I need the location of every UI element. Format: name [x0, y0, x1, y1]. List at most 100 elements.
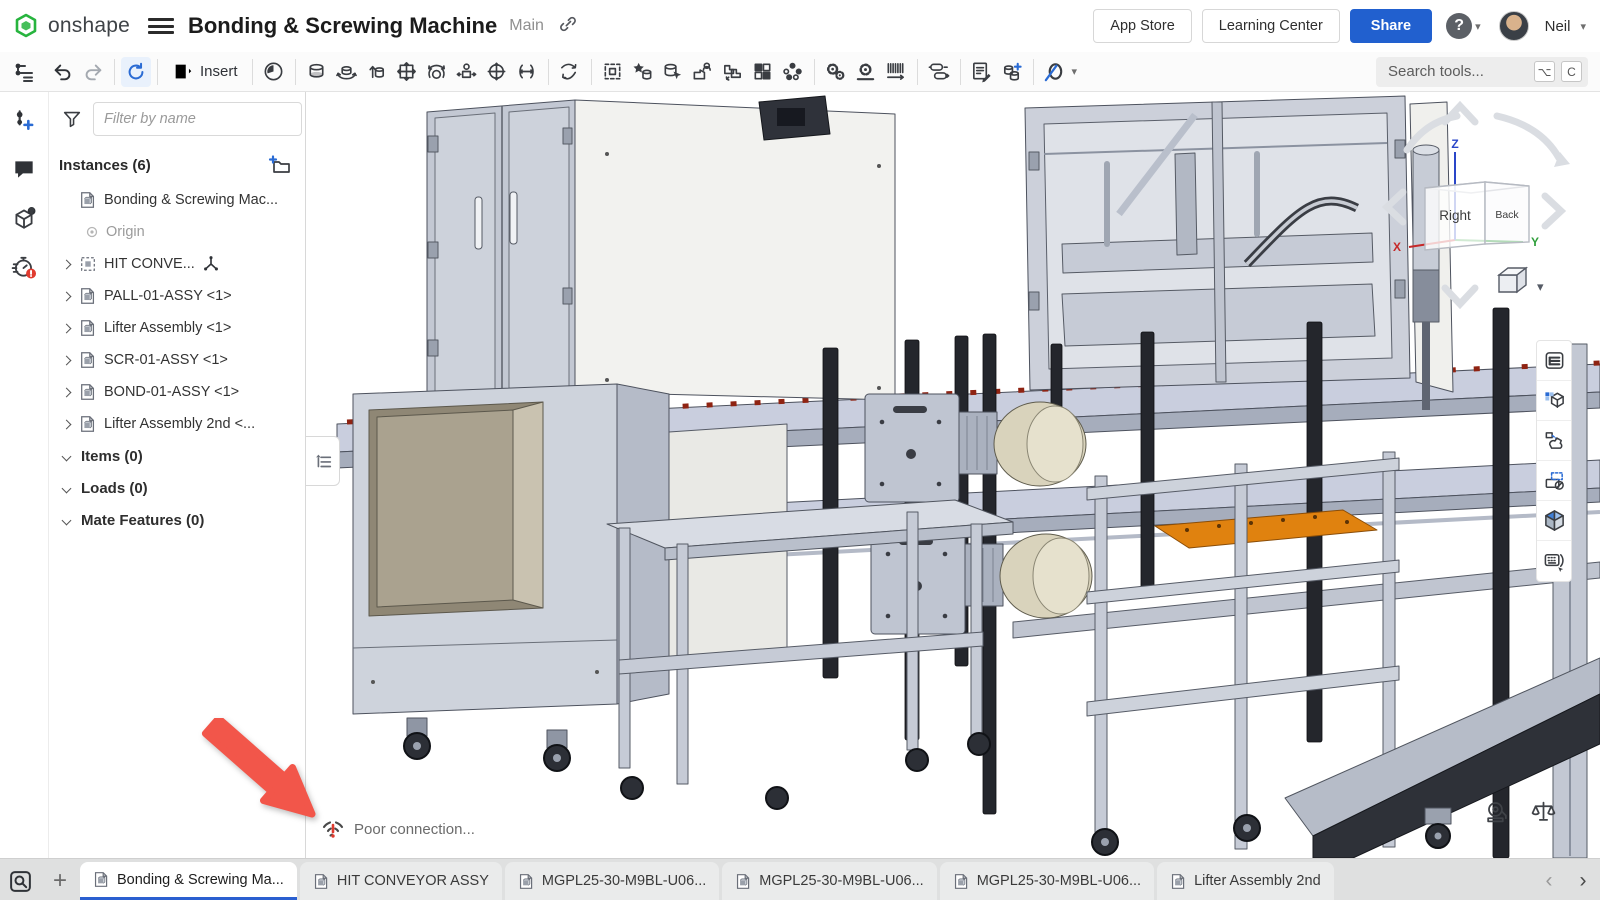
box-select-icon[interactable]: [598, 57, 628, 87]
share-link-icon[interactable]: [558, 14, 578, 39]
part-help-icon[interactable]: ?: [8, 202, 40, 234]
tab-mgpl25-3[interactable]: MGPL25-30-M9BL-U06...: [940, 862, 1154, 900]
update-icon[interactable]: [121, 57, 151, 87]
bom-edit-icon[interactable]: [967, 57, 997, 87]
isometric-triad-button[interactable]: [1537, 501, 1571, 541]
collapse-chevron-icon[interactable]: [62, 515, 72, 525]
search-tabs-button[interactable]: [0, 862, 40, 900]
filter-icon[interactable]: [57, 104, 87, 134]
mate-revolute-icon[interactable]: [332, 57, 362, 87]
tab-bonding-screwing-machine[interactable]: Bonding & Screwing Ma...: [80, 862, 297, 900]
undo-button[interactable]: [48, 57, 78, 87]
feature-list-toggle-icon[interactable]: [9, 57, 39, 87]
pattern-icon[interactable]: [748, 57, 778, 87]
section-loads[interactable]: Loads (0): [57, 472, 297, 504]
tree-item-origin[interactable]: Origin: [57, 216, 297, 248]
user-name[interactable]: Neil: [1545, 18, 1571, 35]
section-view-button[interactable]: [1537, 461, 1571, 501]
spring-follow-icon[interactable]: [881, 57, 911, 87]
collapse-chevron-icon[interactable]: [62, 483, 72, 493]
viewcube-side-label[interactable]: Back: [1495, 209, 1519, 221]
mate-connector-icon: [202, 255, 220, 273]
assembly-feature-icon[interactable]: [851, 57, 881, 87]
tree-item-bond-01-assy[interactable]: BOND-01-ASSY <1>: [57, 376, 297, 408]
comments-icon[interactable]: [8, 153, 40, 185]
assembly-doc-icon: [79, 191, 97, 209]
redo-button[interactable]: [78, 57, 108, 87]
tree-item-pall-01-assy[interactable]: PALL-01-ASSY <1>: [57, 280, 297, 312]
keyboard-shortcuts-button[interactable]: [1537, 541, 1571, 581]
configurations-icon[interactable]: [821, 57, 851, 87]
expand-chevron-icon[interactable]: [62, 387, 72, 397]
named-views-icon[interactable]: [997, 57, 1027, 87]
replicate-icon[interactable]: [718, 57, 748, 87]
chevron-down-icon: ▾: [1475, 20, 1481, 33]
section-mate-features[interactable]: Mate Features (0): [57, 504, 297, 536]
snap-mode-chevron-icon[interactable]: ▾: [1072, 65, 1078, 78]
derived-part-button[interactable]: [1537, 421, 1571, 461]
tree-item-lifter-assembly-2nd[interactable]: Lifter Assembly 2nd <...: [57, 408, 297, 440]
assembly-model-canvas[interactable]: Right Back X Y Z ▾: [307, 92, 1600, 858]
user-avatar[interactable]: [1499, 11, 1529, 41]
search-tools-field[interactable]: Search tools... ⌥ C: [1376, 57, 1588, 87]
tree-item-lifter-assembly[interactable]: Lifter Assembly <1>: [57, 312, 297, 344]
tab-scroll-right-button[interactable]: ›: [1566, 862, 1600, 900]
viewcube-front-label[interactable]: Right: [1439, 208, 1471, 223]
tree-item-root-assembly[interactable]: Bonding & Screwing Mac...: [57, 184, 297, 216]
mate-cylindrical-icon[interactable]: [482, 57, 512, 87]
mate-slider-icon[interactable]: [362, 57, 392, 87]
panel-flyout-toggle[interactable]: [306, 436, 340, 486]
user-menu-chevron-icon[interactable]: ▾: [1580, 20, 1586, 33]
3d-viewport[interactable]: Right Back X Y Z ▾: [307, 92, 1600, 858]
section-items[interactable]: Items (0): [57, 440, 297, 472]
tab-lifter-assembly-2nd[interactable]: Lifter Assembly 2nd: [1157, 862, 1334, 900]
app-store-button[interactable]: App Store: [1093, 9, 1192, 43]
expand-chevron-icon[interactable]: [62, 419, 72, 429]
insert-feature-icon[interactable]: [628, 57, 658, 87]
connection-status-text: Poor connection...: [354, 821, 475, 838]
manage-instances-icon[interactable]: [688, 57, 718, 87]
mate-ball-icon[interactable]: [422, 57, 452, 87]
expand-chevron-icon[interactable]: [62, 259, 72, 269]
filter-input[interactable]: [93, 102, 302, 136]
expand-chevron-icon[interactable]: [62, 323, 72, 333]
collapse-chevron-icon[interactable]: [62, 451, 72, 461]
tab-mgpl25-2[interactable]: MGPL25-30-M9BL-U06...: [722, 862, 936, 900]
history-icon[interactable]: [259, 57, 289, 87]
add-instance-icon[interactable]: [265, 150, 295, 180]
tab-mgpl25-1[interactable]: MGPL25-30-M9BL-U06...: [505, 862, 719, 900]
mate-relation-icon[interactable]: [555, 57, 585, 87]
activity-alert-icon[interactable]: [8, 251, 40, 283]
view-options-button[interactable]: ▾: [1499, 268, 1544, 294]
workspace-label[interactable]: Main: [509, 17, 544, 35]
origin-icon: [85, 225, 99, 239]
tab-hit-conveyor-assy[interactable]: HIT CONVEYOR ASSY: [300, 862, 502, 900]
mate-fastened-icon[interactable]: [302, 57, 332, 87]
mate-planar-icon[interactable]: [392, 57, 422, 87]
tree-item-scr-01-assy[interactable]: SCR-01-ASSY <1>: [57, 344, 297, 376]
add-tab-button[interactable]: +: [40, 862, 80, 900]
instances-panel: Instances (6) Bonding & Screwing Mac... …: [48, 92, 306, 858]
mate-parallel-icon[interactable]: [452, 57, 482, 87]
edit-part-icon[interactable]: [658, 57, 688, 87]
bom-table-button[interactable]: [1537, 381, 1571, 421]
tape-measure-icon[interactable]: [1484, 799, 1509, 824]
versions-icon[interactable]: [8, 104, 40, 136]
tab-doc-icon: [1170, 873, 1187, 890]
help-menu[interactable]: ? ▾: [1446, 13, 1481, 39]
mass-properties-icon[interactable]: [1531, 799, 1556, 824]
swap-instance-icon[interactable]: [924, 57, 954, 87]
tree-item-hit-conveyor[interactable]: HIT CONVE...: [57, 248, 297, 280]
explode-view-icon[interactable]: [778, 57, 808, 87]
structure-tree-button[interactable]: [1537, 341, 1571, 381]
share-button[interactable]: Share: [1350, 9, 1432, 43]
expand-chevron-icon[interactable]: [62, 355, 72, 365]
learning-center-button[interactable]: Learning Center: [1202, 9, 1340, 43]
insert-button[interactable]: Insert: [164, 57, 246, 87]
snap-mode-icon[interactable]: [1040, 57, 1070, 87]
mate-pin-slot-icon[interactable]: [512, 57, 542, 87]
main-menu-icon[interactable]: [148, 16, 174, 36]
onshape-logo[interactable]: onshape: [12, 12, 130, 40]
tab-scroll-left-button[interactable]: ‹: [1532, 862, 1566, 900]
expand-chevron-icon[interactable]: [62, 291, 72, 301]
